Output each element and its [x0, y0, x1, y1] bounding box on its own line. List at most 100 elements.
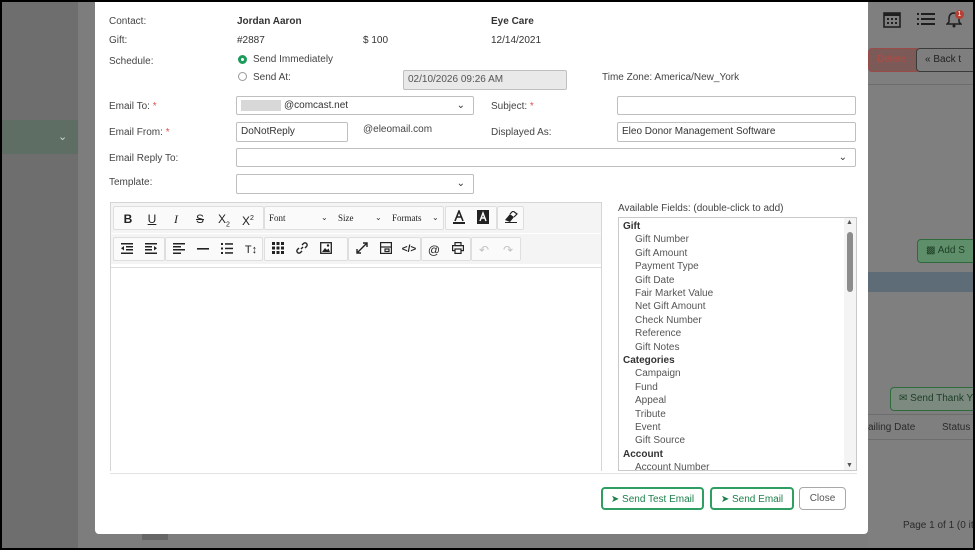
gift-amount: $ 100	[363, 35, 389, 46]
send-at-label[interactable]: Send At:	[253, 72, 291, 83]
ordered-list-icon[interactable]	[216, 241, 238, 259]
scroll-down-icon[interactable]: ▼	[846, 462, 853, 469]
size-select[interactable]: Size	[338, 213, 354, 223]
scrollbar-thumb[interactable]	[847, 232, 853, 292]
line-height-icon[interactable]: T↕	[240, 241, 262, 259]
mention-icon[interactable]: @	[423, 241, 445, 259]
column-status[interactable]: Status	[942, 422, 970, 433]
field-item[interactable]: Campaign	[635, 368, 681, 379]
email-to-select[interactable]: @comcast.net ⌄	[236, 96, 474, 115]
subscript-icon[interactable]: X2	[213, 210, 235, 228]
send-thank-button[interactable]: ✉ Send Thank Y	[890, 387, 973, 411]
chevron-down-icon: ⌄	[456, 178, 465, 189]
field-item[interactable]: Gift Amount	[635, 248, 687, 259]
underline-icon[interactable]: U	[141, 210, 163, 228]
link-icon[interactable]	[291, 241, 313, 259]
font-select[interactable]: Font	[269, 213, 286, 223]
field-item[interactable]: Payment Type	[635, 261, 699, 272]
field-group-header: Account	[623, 448, 663, 460]
available-fields-title: Available Fields: (double-click to add)	[618, 203, 784, 214]
font-color-icon[interactable]	[448, 208, 470, 228]
back-button[interactable]: « Back t	[916, 48, 973, 72]
color-group	[445, 206, 497, 230]
send-thank-icon: ✉	[899, 393, 911, 404]
add-button[interactable]: ▩ Add S	[917, 239, 973, 263]
column-mailing-date[interactable]: ailing Date	[868, 422, 915, 433]
redo-icon[interactable]: ↷	[497, 241, 519, 259]
preview-icon[interactable]	[375, 241, 397, 259]
field-item[interactable]: Tribute	[635, 409, 666, 420]
scrollbar[interactable]: ▲ ▼	[844, 218, 856, 470]
eraser-icon[interactable]	[500, 210, 522, 228]
outdent-icon[interactable]	[116, 241, 138, 259]
send-at-datetime-input[interactable]: 02/10/2026 09:26 AM	[403, 70, 567, 90]
field-item[interactable]: Gift Notes	[635, 342, 679, 353]
indent-icon[interactable]	[140, 241, 162, 259]
editor-content-area[interactable]	[111, 267, 601, 471]
formats-select[interactable]: Formats	[392, 213, 422, 223]
subject-input[interactable]	[617, 96, 856, 115]
field-item[interactable]: Fund	[635, 382, 658, 393]
divider	[868, 414, 973, 415]
email-from-label: Email From: *	[109, 127, 170, 138]
fullscreen-icon[interactable]	[351, 241, 373, 259]
close-button[interactable]: Close	[799, 487, 846, 510]
horizontal-rule-icon[interactable]	[192, 241, 214, 259]
field-item[interactable]: Reference	[635, 328, 681, 339]
undo-icon[interactable]: ↶	[473, 241, 495, 259]
field-group-header: Categories	[623, 355, 675, 366]
field-item[interactable]: Net Gift Amount	[635, 301, 706, 312]
field-item[interactable]: Gift Number	[635, 234, 689, 245]
send-icon: ➤	[720, 494, 730, 505]
field-item[interactable]: Check Number	[635, 315, 702, 326]
screen: ⌄ 1 Delete « Back t ▩ Add S ✉ Send Thank…	[2, 2, 973, 548]
reply-to-select[interactable]: ⌄	[236, 148, 856, 167]
email-to-label: Email To: *	[109, 101, 157, 112]
print-icon[interactable]	[447, 241, 469, 259]
redacted-email	[241, 99, 281, 111]
editor-toolbar-row-1: B U I S X2 X2 Font ⌄ Size ⌄ Formats ⌄	[111, 203, 601, 233]
field-item[interactable]: Gift Source	[635, 435, 685, 446]
send-email-button[interactable]: ➤ Send Email	[710, 487, 794, 510]
table-icon[interactable]	[267, 241, 289, 259]
delete-button[interactable]: Delete	[868, 48, 920, 72]
calendar-icon[interactable]	[883, 11, 901, 31]
chevron-down-icon: ⌄	[432, 213, 439, 222]
background-color-icon[interactable]	[472, 210, 494, 228]
send-test-email-button[interactable]: ➤ Send Test Email	[601, 487, 704, 510]
field-item[interactable]: Fair Market Value	[635, 288, 713, 299]
italic-icon[interactable]: I	[165, 210, 187, 228]
field-item[interactable]: Appeal	[635, 395, 666, 406]
send-immediately-radio[interactable]	[238, 55, 247, 64]
code-view-icon[interactable]: </>	[398, 241, 420, 259]
displayed-as-input[interactable]: Eleo Donor Management Software	[617, 122, 856, 142]
clear-format-group	[497, 206, 524, 230]
send-test-email-label: Send Test Email	[622, 494, 695, 505]
field-item[interactable]: Account Number	[635, 462, 709, 470]
font-selectors-group: Font ⌄ Size ⌄ Formats ⌄	[264, 206, 444, 230]
image-icon[interactable]	[315, 241, 337, 259]
email-domain-text: @eleomail.com	[363, 124, 433, 135]
available-fields-list[interactable]: ▲ ▼ Gift Gift Number Gift Amount Payment Ty…	[618, 217, 857, 471]
contact-label: Contact:	[109, 16, 147, 27]
list-icon[interactable]	[917, 12, 935, 29]
email-from-input[interactable]: DoNotReply	[236, 122, 348, 142]
chevron-down-icon: ⌄	[838, 152, 847, 163]
add-icon: ▩	[926, 245, 938, 256]
template-select[interactable]: ⌄	[236, 174, 474, 194]
send-immediately-label[interactable]: Send Immediately	[253, 54, 333, 65]
scroll-up-icon[interactable]: ▲	[846, 219, 853, 226]
field-item[interactable]: Event	[635, 422, 661, 433]
align-left-icon[interactable]	[168, 241, 190, 259]
bold-icon[interactable]: B	[117, 210, 139, 228]
field-item[interactable]: Gift Date	[635, 275, 674, 286]
strikethrough-icon[interactable]: S	[189, 210, 211, 228]
superscript-icon[interactable]: X2	[237, 210, 259, 228]
paragraph-group: T↕	[165, 237, 263, 261]
send-at-radio[interactable]	[238, 72, 247, 81]
send-email-modal: Contact: Jordan Aaron Eye Care Gift: #28…	[95, 2, 868, 534]
insert-group	[264, 237, 348, 261]
text-style-group: B U I S X2 X2	[113, 206, 264, 230]
send-icon: ➤	[610, 494, 620, 505]
send-email-label: Send Email	[732, 494, 784, 505]
